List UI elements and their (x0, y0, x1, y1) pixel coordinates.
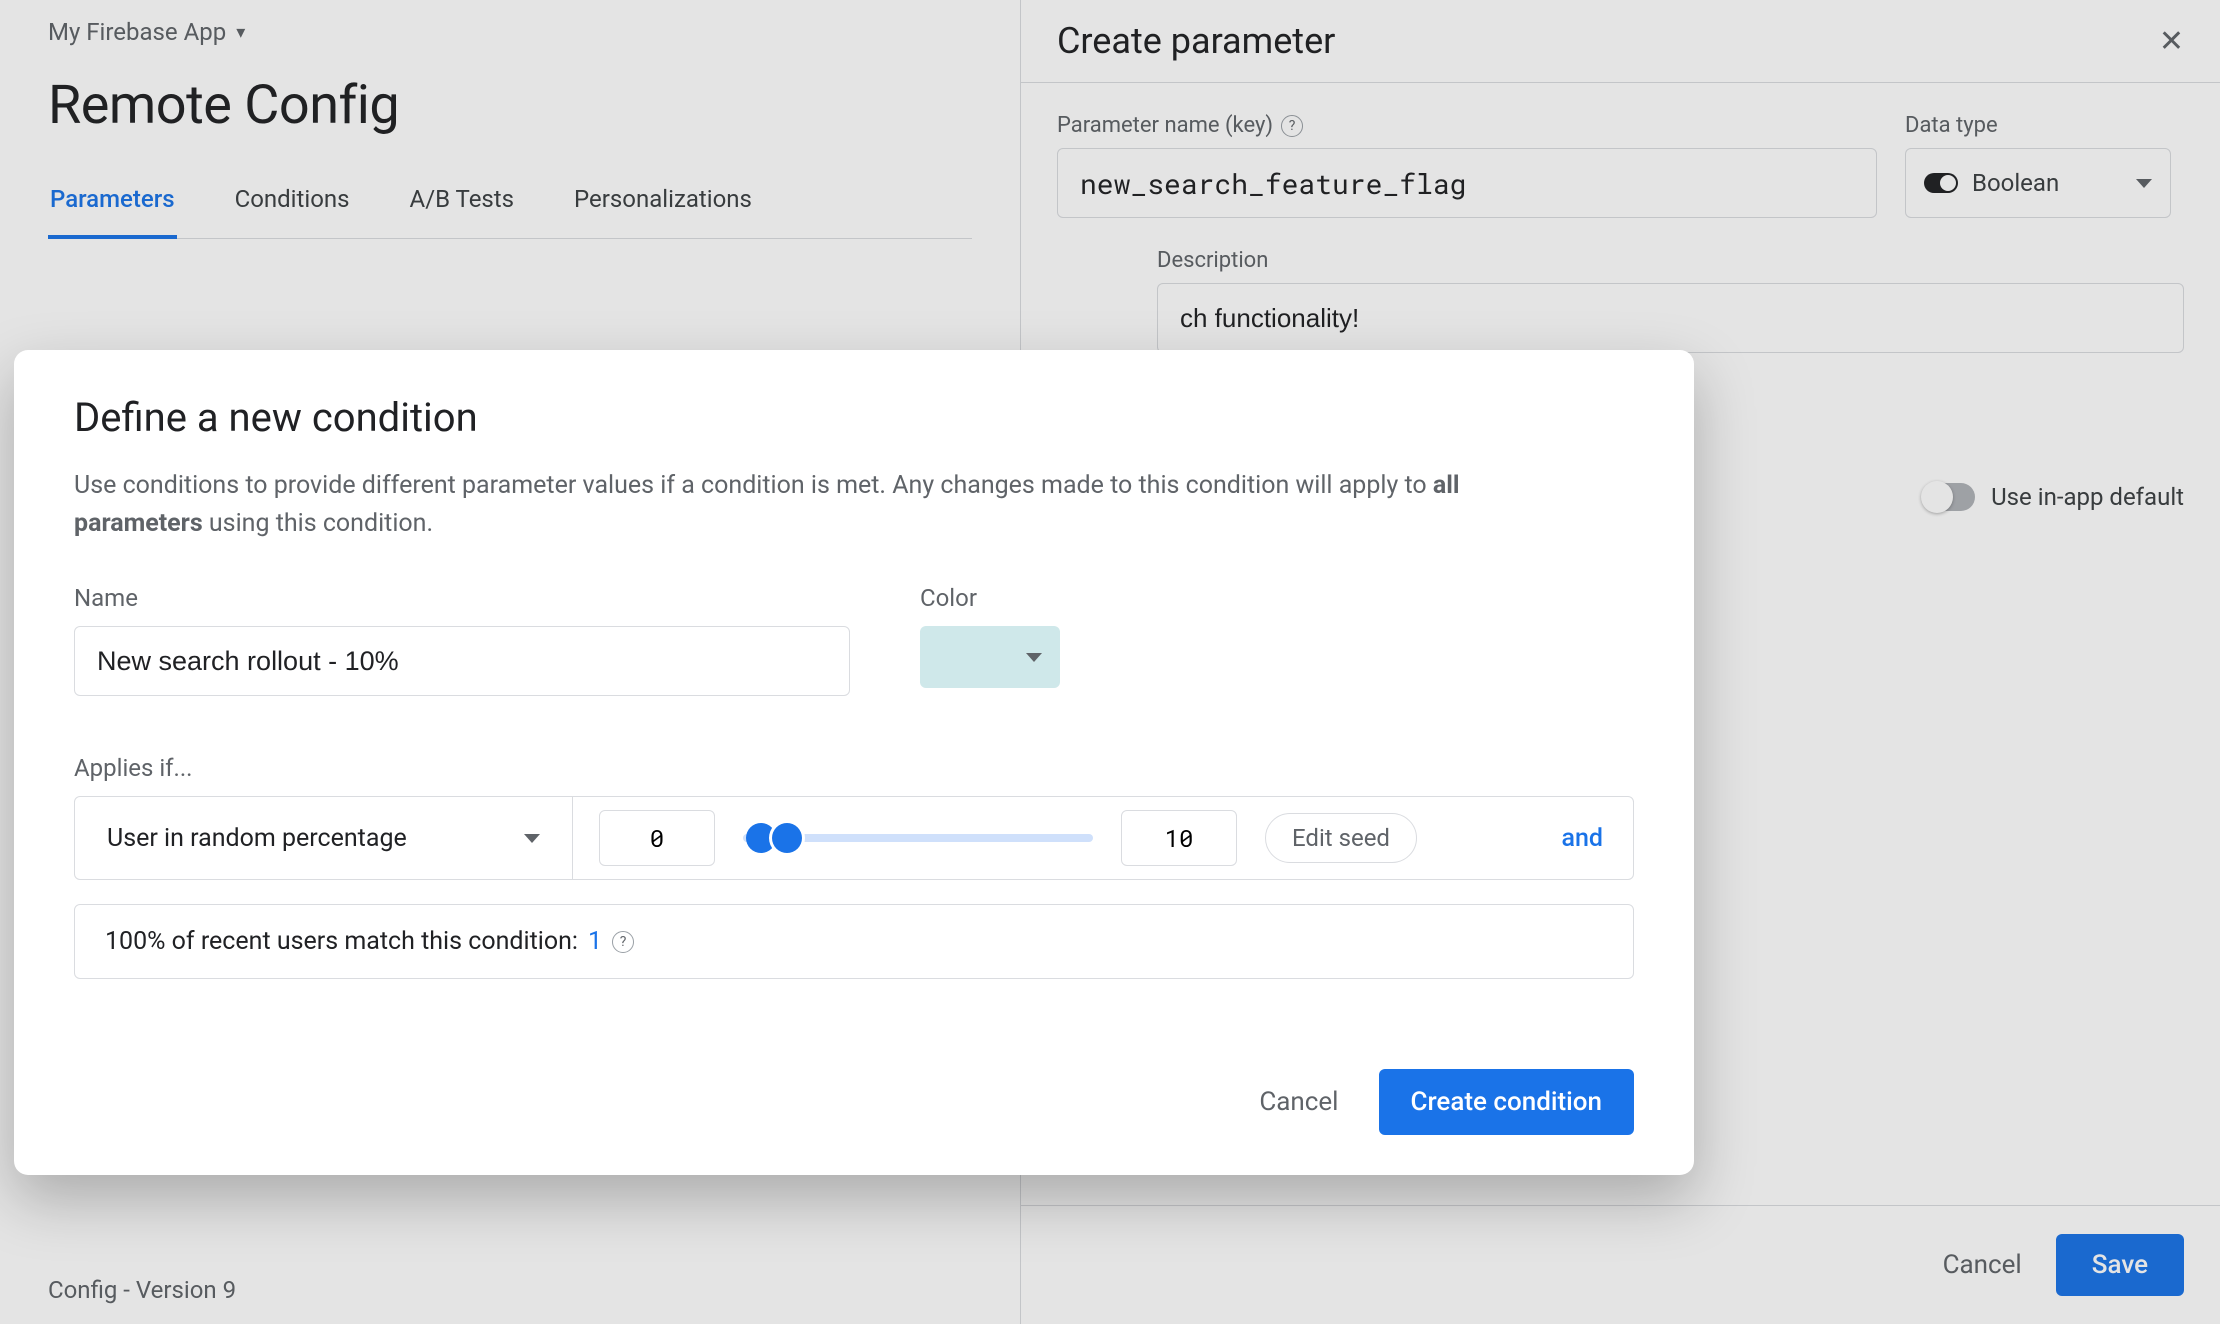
modal-subtitle: Use conditions to provide different para… (74, 467, 1594, 542)
modal-title: Define a new condition (74, 394, 1634, 441)
rule-type-select[interactable]: User in random percentage (75, 797, 573, 879)
rule-type-value: User in random percentage (107, 824, 407, 853)
range-low-input[interactable] (599, 810, 715, 866)
add-and-clause[interactable]: and (1562, 824, 1603, 853)
applies-if-label: Applies if... (74, 754, 1634, 782)
create-condition-button[interactable]: Create condition (1379, 1069, 1635, 1135)
condition-color-label: Color (920, 584, 1060, 612)
condition-rule-row: User in random percentage Edit seed and (74, 796, 1634, 880)
chevron-down-icon (1026, 653, 1042, 662)
edit-seed-button[interactable]: Edit seed (1265, 813, 1417, 863)
define-condition-modal: Define a new condition Use conditions to… (14, 350, 1694, 1175)
modal-cancel-button[interactable]: Cancel (1259, 1087, 1338, 1117)
range-high-input[interactable] (1121, 810, 1237, 866)
slider-handle-high[interactable] (772, 823, 802, 853)
help-icon[interactable]: ? (612, 931, 634, 953)
match-summary: 100% of recent users match this conditio… (74, 904, 1634, 979)
percentage-slider[interactable] (743, 810, 1093, 866)
condition-name-input[interactable] (74, 626, 850, 696)
match-count: 1 (588, 927, 602, 956)
chevron-down-icon (524, 834, 540, 843)
color-select[interactable] (920, 626, 1060, 688)
condition-name-label: Name (74, 584, 850, 612)
